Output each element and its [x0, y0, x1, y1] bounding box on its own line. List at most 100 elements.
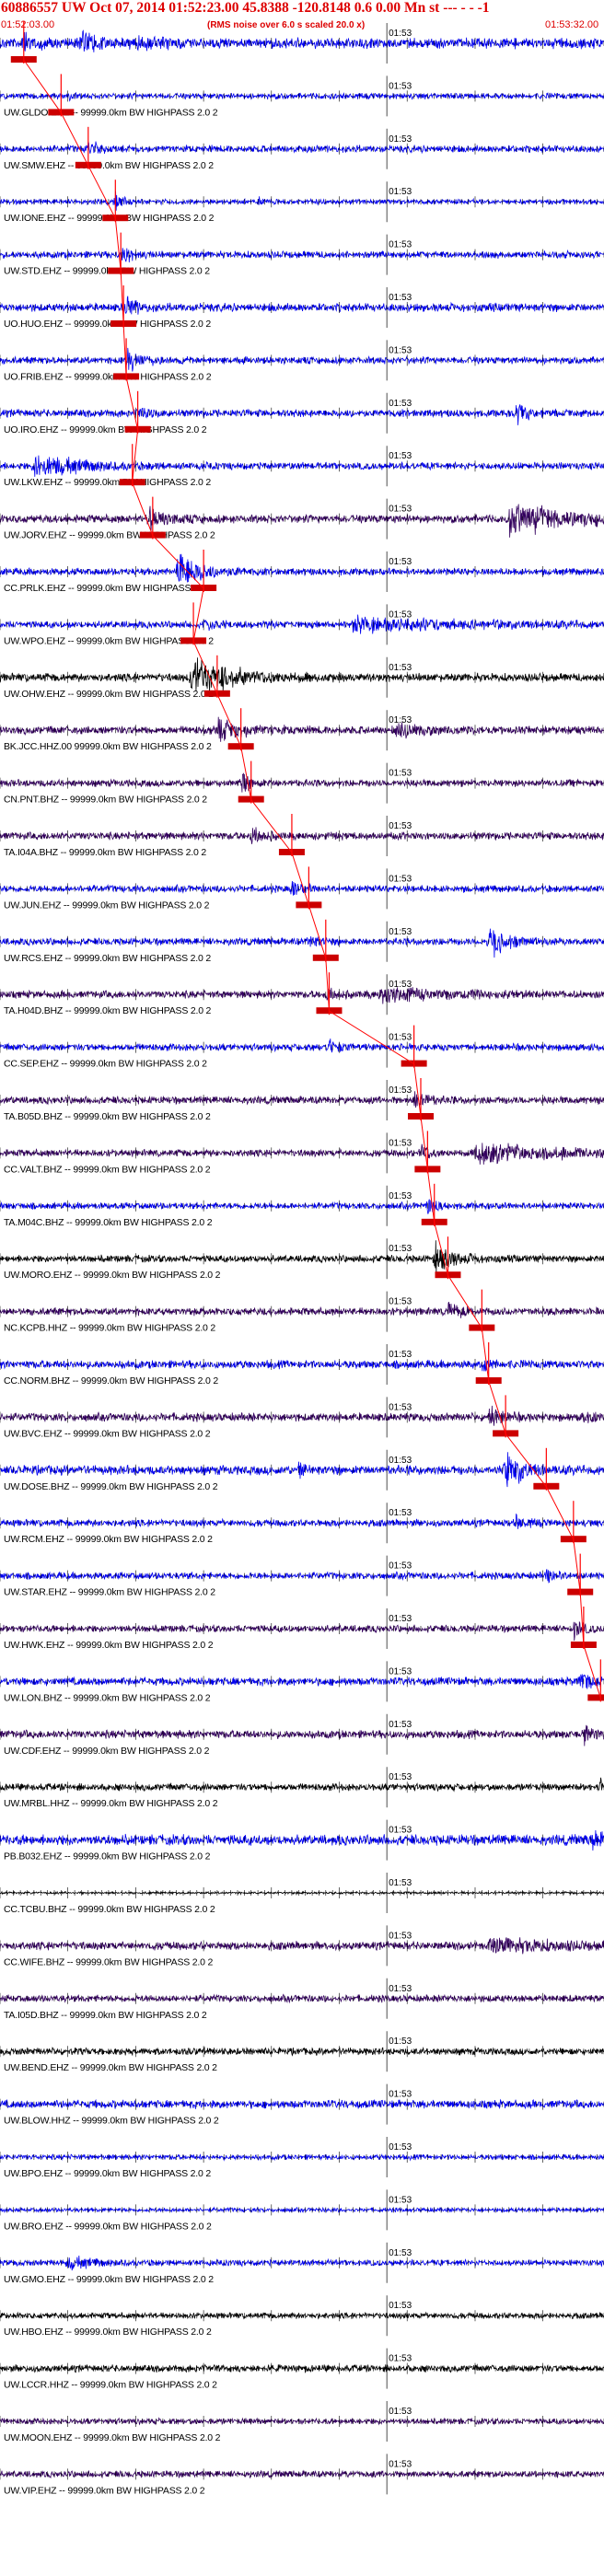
trace-waveform	[0, 404, 604, 425]
minute-label: 01:53	[389, 2301, 412, 2311]
trace-waveform	[0, 2046, 604, 2057]
trace-waveform	[0, 141, 604, 155]
minute-label: 01:53	[389, 2142, 412, 2152]
trace-waveform	[0, 455, 604, 477]
pick-box	[587, 1694, 604, 1701]
minute-label: 01:53	[389, 980, 412, 990]
channel-label: TA.B05D.BHZ -- 99999.0km BW HIGHPASS 2.0…	[4, 1111, 211, 1122]
channel-label: UW.BRO.EHZ -- 99999.0km BW HIGHPASS 2.0 …	[4, 2221, 212, 2232]
minute-label: 01:53	[389, 187, 412, 197]
minute-label: 01:53	[389, 1456, 412, 1466]
trace-waveform	[0, 1569, 604, 1584]
minute-label: 01:53	[389, 1297, 412, 1307]
channel-label: CC.SEP.EHZ -- 99999.0km BW HIGHPASS 2.0 …	[4, 1059, 207, 1070]
channel-label: UW.STD.EHZ -- 99999.0km BW HIGHPASS 2.0 …	[4, 266, 210, 277]
channel-label: TA.I04A.BHZ -- 99999.0km BW HIGHPASS 2.0…	[4, 847, 206, 858]
trace-waveform	[0, 1937, 604, 1955]
trace-waveform	[0, 1777, 604, 1793]
trace-waveform	[0, 716, 604, 742]
minute-label: 01:53	[389, 2354, 412, 2364]
minute-label: 01:53	[389, 1666, 412, 1677]
trace-waveform	[0, 1993, 604, 2004]
channel-label: UW.SMW.EHZ -- 99999.0km BW HIGHPASS 2.0 …	[4, 160, 214, 171]
channel-label: UW.DOSE.BHZ -- 99999.0km BW HIGHPASS 2.0…	[4, 1481, 218, 1492]
minute-label: 01:53	[389, 1244, 412, 1254]
channel-label: UW.BLOW.HHZ -- 99999.0km BW HIGHPASS 2.0…	[4, 2116, 219, 2127]
traces	[0, 29, 604, 2479]
minute-label: 01:53	[389, 1772, 412, 1782]
channel-label: TA.I05D.BHZ -- 99999.0km BW HIGHPASS 2.0…	[4, 2010, 207, 2021]
minute-label: 01:53	[389, 2459, 412, 2469]
minute-label: 01:53	[389, 1720, 412, 1730]
trace-waveform	[0, 1039, 604, 1053]
minute-label: 01:53	[389, 1878, 412, 1888]
minute-label: 01:53	[389, 29, 412, 39]
channel-label: UW.JORV.EHZ -- 99999.0km BW HIGHPASS 2.0…	[4, 530, 215, 541]
minute-label: 01:53	[389, 1508, 412, 1518]
trace-waveform	[0, 2206, 604, 2214]
minute-label: 01:53	[389, 345, 412, 355]
trace-waveform	[0, 191, 604, 211]
minute-label: 01:53	[389, 2195, 412, 2205]
minute-label: 01:53	[389, 1561, 412, 1572]
channel-label: UO.IRO.EHZ -- 99999.0km BW HIGHPASS 2.0 …	[4, 424, 207, 435]
channel-label: CN.PNT.BHZ -- 99999.0km BW HIGHPASS 2.0 …	[4, 795, 207, 806]
trace-waveform	[0, 2311, 604, 2320]
minute-label: 01:53	[389, 399, 412, 409]
minute-label: 01:53	[389, 2036, 412, 2047]
trace-waveform	[0, 1724, 604, 1746]
trace-waveform	[0, 2255, 604, 2271]
minute-label: 01:53	[389, 2090, 412, 2100]
trace-waveform	[0, 2363, 604, 2373]
trace-waveform	[0, 772, 604, 793]
minute-label: 01:53	[389, 715, 412, 725]
trace-waveform	[0, 553, 604, 583]
channel-label: UW.LKW.EHZ -- 99999.0km BW HIGHPASS 2.0 …	[4, 477, 211, 488]
channel-label: UW.GMO.EHZ -- 99999.0km BW HIGHPASS 2.0 …	[4, 2274, 214, 2285]
minute-label: 01:53	[389, 1984, 412, 1994]
channel-label: UW.STAR.EHZ -- 99999.0km BW HIGHPASS 2.0…	[4, 1587, 215, 1598]
minute-label: 01:53	[389, 240, 412, 250]
minute-label: 01:53	[389, 1138, 412, 1148]
minute-label: 01:53	[389, 821, 412, 831]
channel-label: UW.HBO.EHZ -- 99999.0km BW HIGHPASS 2.0 …	[4, 2327, 212, 2338]
channel-label: UW.LCCR.HHZ -- 99999.0km BW HIGHPASS 2.0…	[4, 2380, 217, 2391]
trace-waveform	[0, 91, 604, 102]
trace-waveform	[0, 1199, 604, 1214]
minute-label: 01:53	[389, 1614, 412, 1624]
minute-label: 01:53	[389, 134, 412, 145]
minute-label: 01:53	[389, 609, 412, 620]
channel-label: UW.JUN.EHZ -- 99999.0km BW HIGHPASS 2.0 …	[4, 899, 210, 911]
trace-waveform	[0, 1091, 604, 1108]
minute-label: 01:53	[389, 557, 412, 567]
minute-label: 01:53	[389, 2407, 412, 2417]
minute-label: 01:53	[389, 81, 412, 91]
trace-waveform	[0, 29, 604, 52]
channel-label: UW.LON.BHZ -- 99999.0km BW HIGHPASS 2.0 …	[4, 1692, 211, 1703]
trace-waveform	[0, 614, 604, 634]
channel-label: CC.TCBU.BHZ -- 99999.0km BW HIGHPASS 2.0…	[4, 1904, 215, 1915]
trace-waveform	[0, 827, 604, 844]
minute-label: 01:53	[389, 927, 412, 937]
minute-label: 01:53	[389, 451, 412, 461]
trace-waveform	[0, 2152, 604, 2162]
minute-label: 01:53	[389, 1085, 412, 1096]
minute-label: 01:53	[389, 1402, 412, 1412]
minute-label: 01:53	[389, 2248, 412, 2258]
trace-waveform	[0, 657, 604, 692]
minute-label: 01:53	[389, 1931, 412, 1941]
second-ticks	[0, 671, 604, 683]
channel-label: CC.NORM.BHZ -- 99999.0km BW HIGHPASS 2.0…	[4, 1375, 218, 1387]
minute-label: 01:53	[389, 769, 412, 779]
channel-label: UW.BVC.EHZ -- 99999.0km BW HIGHPASS 2.0 …	[4, 1428, 211, 1439]
trace-waveform	[0, 1513, 604, 1529]
trace-waveform	[0, 1829, 604, 1851]
minute-label: 01:53	[389, 874, 412, 884]
minute-label: 01:53	[389, 293, 412, 303]
channel-label: UW.BPO.EHZ -- 99999.0km BW HIGHPASS 2.0 …	[4, 2168, 211, 2179]
channel-label: UW.MRBL.HHZ -- 99999.0km BW HIGHPASS 2.0…	[4, 1798, 218, 1809]
channel-label: UO.HUO.EHZ -- 99999.0km BW HIGHPASS 2.0 …	[4, 319, 211, 330]
channel-label: PB.B032.EHZ -- 99999.0km BW HIGHPASS 2.0…	[4, 1851, 211, 1862]
channel-label: UW.OHW.EHZ -- 99999.0km BW HIGHPASS 2.0 …	[4, 689, 214, 700]
channel-label: UW.CDF.EHZ -- 99999.0km BW HIGHPASS 2.0 …	[4, 1746, 210, 1757]
